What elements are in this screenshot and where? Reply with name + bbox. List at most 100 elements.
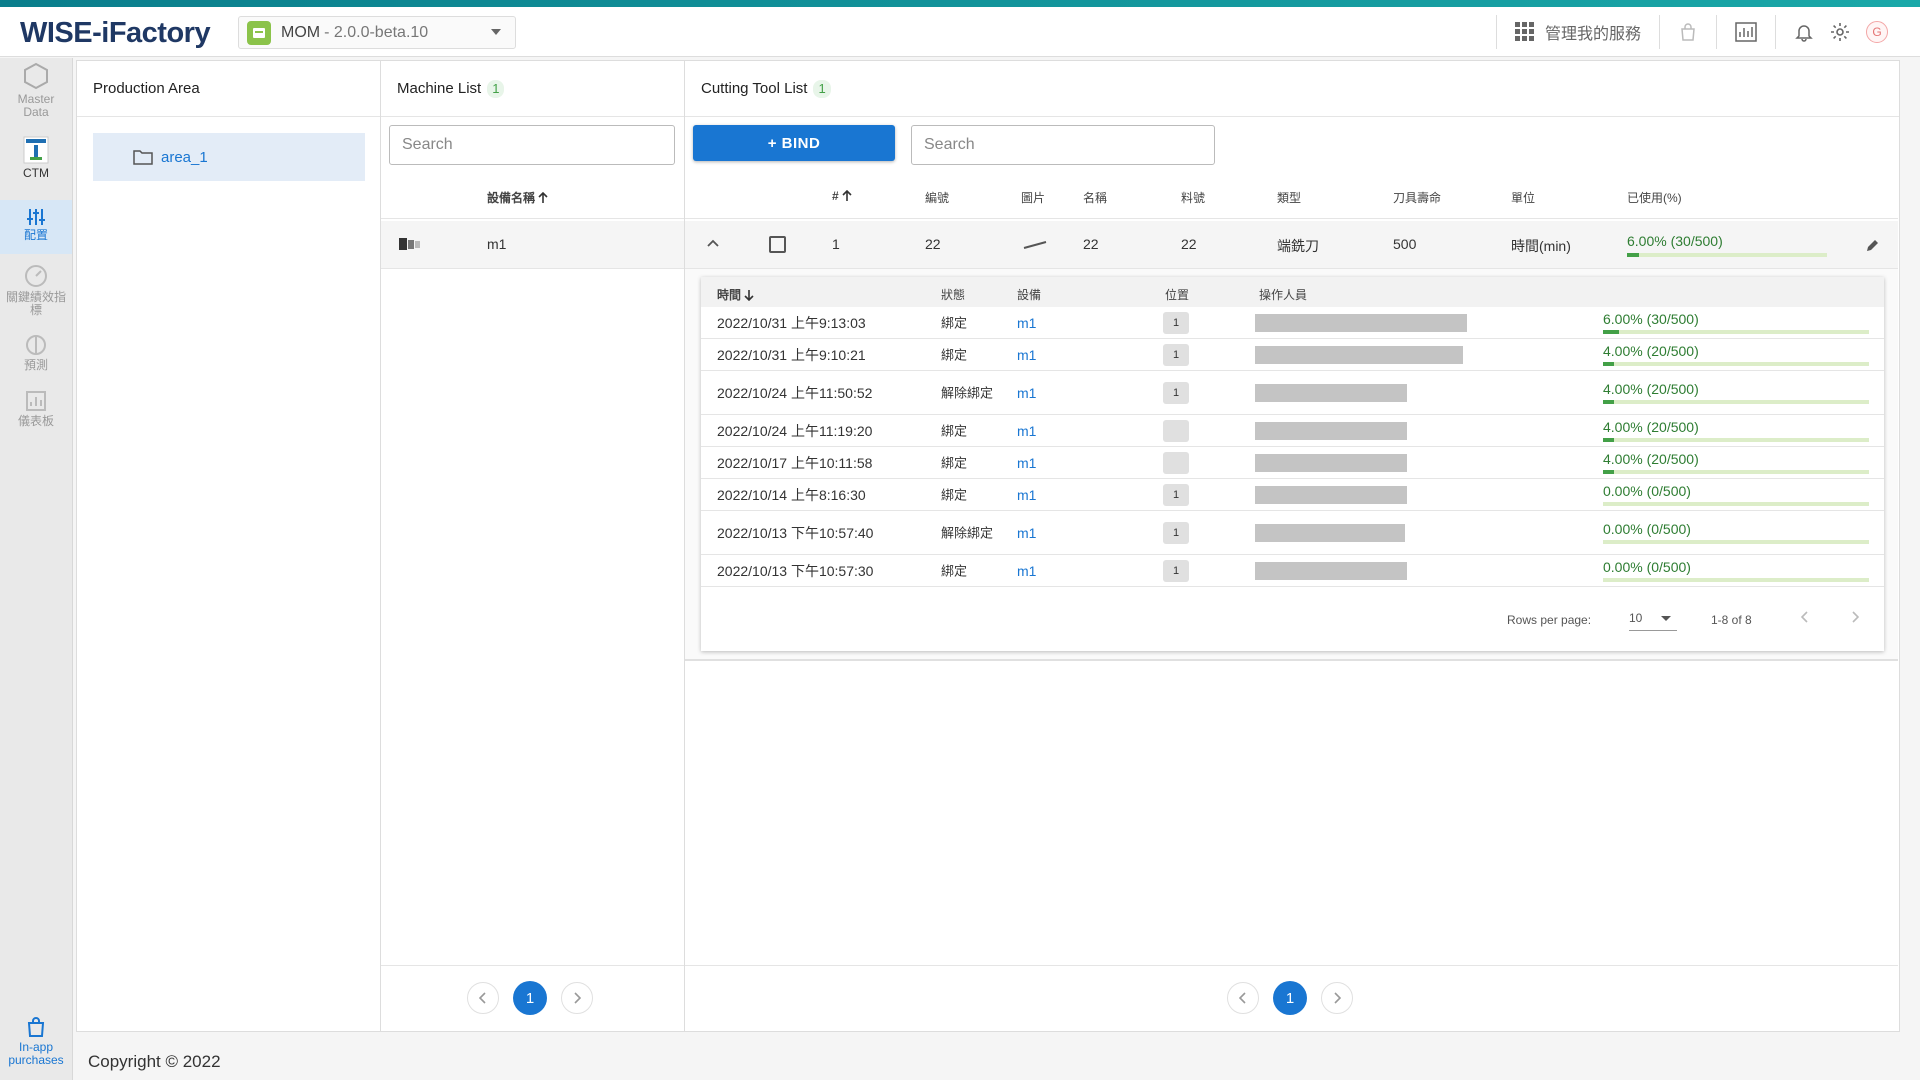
column-header-time[interactable]: 時間 [717, 286, 754, 303]
sidebar-item-label: 預測 [23, 358, 48, 372]
column-header-name[interactable]: 名稱 [1083, 189, 1107, 206]
chevron-up-icon[interactable] [707, 239, 719, 247]
history-row[interactable]: 2022/10/31 上午9:13:03 綁定 m1 1 6.00% (30/500) [701, 307, 1884, 339]
history-machine-link[interactable]: m1 [1017, 525, 1036, 541]
column-header-unit[interactable]: 單位 [1511, 189, 1535, 206]
usage-progress-fill [1603, 362, 1614, 366]
sidebar-item-config[interactable]: 配置 [0, 200, 72, 254]
table-row[interactable]: m1 [381, 221, 684, 269]
history-status: 解除綁定 [941, 525, 994, 540]
history-row[interactable]: 2022/10/14 上午8:16:30 綁定 m1 1 0.00% (0/500) [701, 479, 1884, 511]
tool-life: 500 [1393, 236, 1417, 252]
history-row[interactable]: 2022/10/13 下午10:57:30 綁定 m1 1 0.00% (0/500) [701, 555, 1884, 587]
cutting-tool-table-header: # 編號 圖片 名稱 料號 類型 刀具壽命 單位 已使用(%) [685, 173, 1898, 219]
history-status: 綁定 [941, 423, 968, 438]
user-menu-button[interactable]: G [1858, 7, 1920, 57]
chevron-left-icon[interactable] [1801, 611, 1809, 623]
usage-progress-fill [1603, 438, 1614, 442]
history-time: 2022/10/24 上午11:50:52 [717, 384, 873, 401]
shopping-bag-icon [1678, 22, 1698, 42]
sidebar-item-dashboard[interactable]: 儀表板 [0, 390, 72, 436]
count-badge: 1 [487, 79, 505, 98]
table-row[interactable]: 1 22 22 22 端銑刀 500 時間(min) 6.00% (30/500… [685, 221, 1898, 269]
history-machine-link[interactable]: m1 [1017, 385, 1036, 401]
sidebar-item-ctm[interactable]: CTM [0, 136, 72, 184]
machine-list-panel: Machine List 1 Search 設備名稱 m1 1 [381, 61, 685, 1031]
app-version-select[interactable]: MOM - 2.0.0-beta.10 [238, 16, 516, 49]
machine-search-input[interactable]: Search [389, 125, 675, 165]
column-header-type[interactable]: 類型 [1277, 189, 1301, 206]
usage-progress-bar [1603, 330, 1869, 334]
column-header-used[interactable]: 已使用(%) [1627, 189, 1682, 206]
history-used-text: 6.00% (30/500) [1603, 311, 1699, 327]
page-scrollbar[interactable] [1902, 60, 1920, 1032]
edit-pencil-icon[interactable] [1866, 239, 1879, 252]
gear-icon [1830, 22, 1850, 42]
history-row[interactable]: 2022/10/13 下午10:57:40 解除綁定 m1 1 0.00% (0/500… [701, 511, 1884, 555]
history-time: 2022/10/31 上午9:13:03 [717, 314, 866, 331]
reports-button[interactable] [1727, 7, 1765, 57]
chart-report-icon [1735, 22, 1757, 42]
topbar-actions: 管理我的服務 G [1486, 7, 1920, 57]
caret-down-icon [1661, 616, 1671, 621]
column-header-image[interactable]: 圖片 [1021, 189, 1045, 206]
position-chip [1163, 419, 1189, 442]
manage-services-button[interactable]: 管理我的服務 [1507, 7, 1649, 57]
next-page-button[interactable] [561, 982, 593, 1014]
prev-page-button[interactable] [467, 982, 499, 1014]
area-label: area_1 [161, 148, 208, 166]
history-status: 解除綁定 [941, 385, 994, 400]
history-row[interactable]: 2022/10/24 上午11:50:52 解除綁定 m1 1 4.00% (20/50… [701, 371, 1884, 415]
app-logo[interactable]: WISE-iFactory [20, 17, 211, 50]
sidebar-item-master-data[interactable]: Master Data [0, 62, 72, 130]
operator-redacted [1255, 523, 1405, 542]
position-chip: 1 [1163, 311, 1189, 334]
column-header-code[interactable]: 編號 [925, 189, 949, 206]
history-row[interactable]: 2022/10/31 上午9:10:21 綁定 m1 1 4.00% (20/500) [701, 339, 1884, 371]
column-header-status[interactable]: 狀態 [941, 286, 965, 303]
prev-page-button[interactable] [1227, 982, 1259, 1014]
history-machine-link[interactable]: m1 [1017, 347, 1036, 363]
column-header-machine-name[interactable]: 設備名稱 [487, 189, 548, 206]
column-header-index[interactable]: # [832, 189, 852, 203]
column-label: # [832, 189, 839, 203]
history-row[interactable]: 2022/10/17 上午10:11:58 綁定 m1 4.00% (20/500) [701, 447, 1884, 479]
cutting-tool-search-input[interactable]: Search [911, 125, 1215, 165]
page-number-button[interactable]: 1 [513, 981, 547, 1015]
cutting-tool-pagination: 1 [1227, 981, 1353, 1015]
ctm-app-icon [23, 136, 49, 164]
history-machine-link[interactable]: m1 [1017, 487, 1036, 503]
history-status: 綁定 [941, 347, 968, 362]
history-machine-link[interactable]: m1 [1017, 563, 1036, 579]
sidebar-item-label: Master Data [17, 92, 55, 119]
history-machine-link[interactable]: m1 [1017, 423, 1036, 439]
rows-per-page-select[interactable]: 10 [1629, 605, 1677, 631]
notifications-button[interactable] [1786, 7, 1822, 57]
page-number-button[interactable]: 1 [1273, 981, 1307, 1015]
column-header-life[interactable]: 刀具壽命 [1393, 189, 1441, 206]
area-tree-item[interactable]: area_1 [93, 133, 365, 181]
usage-progress-fill [1603, 470, 1614, 474]
chevron-right-icon[interactable] [1851, 611, 1859, 623]
column-header-position[interactable]: 位置 [1165, 286, 1189, 303]
sidebar-item-predict[interactable]: 預測 [0, 334, 72, 380]
history-machine-link[interactable]: m1 [1017, 315, 1036, 331]
store-button[interactable] [1670, 7, 1706, 57]
bind-button[interactable]: + BIND [693, 125, 895, 161]
panel-title: Machine List [397, 80, 482, 97]
settings-button[interactable] [1822, 7, 1858, 57]
position-chip: 1 [1163, 559, 1189, 582]
history-machine-link[interactable]: m1 [1017, 455, 1036, 471]
column-header-operator[interactable]: 操作人員 [1259, 286, 1307, 303]
next-page-button[interactable] [1321, 982, 1353, 1014]
sidebar-item-kpi[interactable]: 關鍵績效指標 [0, 264, 72, 320]
column-header-part-no[interactable]: 料號 [1181, 189, 1205, 206]
column-header-machine[interactable]: 設備 [1017, 286, 1041, 303]
history-status: 綁定 [941, 487, 968, 502]
row-checkbox[interactable] [769, 236, 786, 253]
history-row[interactable]: 2022/10/24 上午11:19:20 綁定 m1 4.00% (20/500) [701, 415, 1884, 447]
machine-pagination: 1 [467, 981, 593, 1015]
sidebar-item-in-app-purchases[interactable]: In-app purchases [0, 1016, 72, 1072]
usage-progress-bar [1603, 470, 1869, 474]
divider [1775, 15, 1776, 49]
